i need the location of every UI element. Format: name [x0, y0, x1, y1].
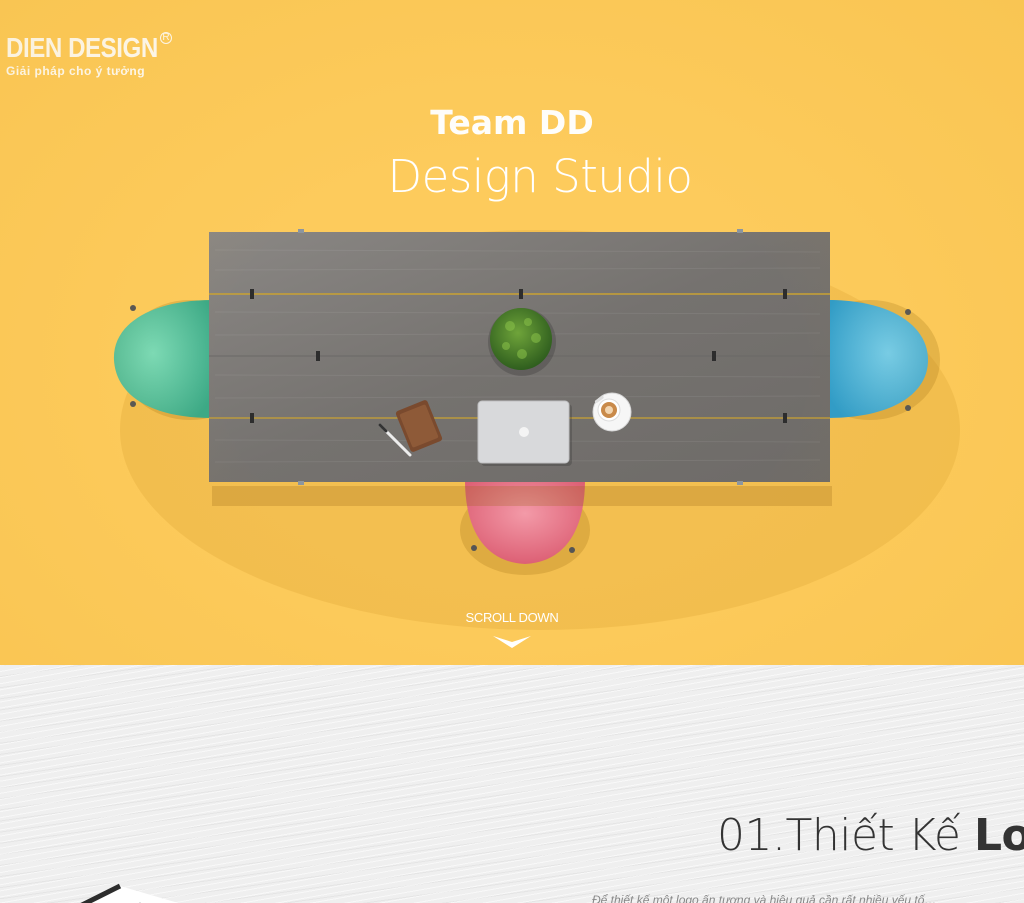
hero-section: DIEN DESIGN R Giải pháp cho ý tưởng Team… [0, 0, 1024, 665]
section-intro-text: Để thiết kế một logo ấn tượng và hiệu qu… [592, 893, 937, 903]
section-heading-light: 01.Thiết Kế [717, 810, 974, 861]
laptop-icon [477, 400, 572, 466]
section-heading: 01.Thiết Kế Lo [717, 810, 1024, 861]
scroll-down-label[interactable]: SCROLL DOWN [412, 610, 612, 625]
section-logo-design: 01.Thiết Kế Lo Để thiết kế một logo ấn t… [0, 665, 1024, 903]
notepad-illustration [80, 883, 179, 903]
section-heading-bold: Lo [974, 810, 1024, 861]
coffee-cup-icon [592, 392, 632, 432]
desk-illustration [113, 229, 960, 630]
chevron-down-icon[interactable] [493, 636, 531, 650]
plant-icon [488, 308, 556, 376]
